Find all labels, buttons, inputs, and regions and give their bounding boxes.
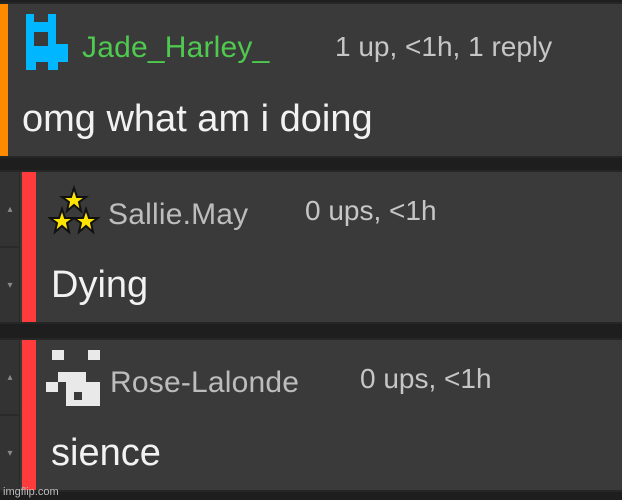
watermark: imgflip.com (3, 486, 59, 498)
vote-column: ▴ ▾ (0, 340, 20, 490)
vote-column: ▴ ▾ (0, 172, 20, 322)
comment-rose-lalonde: ▴ ▾ Rose-Lalonde 0 ups, <1h sience (0, 338, 622, 492)
comments-screenshot: Jade_Harley_ 1 up, <1h, 1 reply omg what… (0, 0, 622, 500)
comment-text: omg what am i doing (22, 98, 373, 140)
comment-meta: 0 ups, <1h (305, 195, 437, 226)
comment-sallie-may: ▴ ▾ Sallie.May 0 ups, <1h Dying (0, 170, 622, 324)
upvote-arrow-icon[interactable]: ▴ (0, 340, 20, 416)
pixel-face-icon (46, 348, 102, 412)
comment-username[interactable]: Jade_Harley_ (82, 31, 270, 65)
comment-meta: 0 ups, <1h (360, 363, 492, 394)
comment-jade-harley: Jade_Harley_ 1 up, <1h, 1 reply omg what… (0, 2, 622, 158)
comment-meta: 1 up, <1h, 1 reply (335, 31, 553, 62)
comment-accent-bar (22, 340, 36, 490)
comment-text: Dying (51, 264, 149, 306)
comment-accent-bar (0, 4, 8, 156)
comment-username[interactable]: Sallie.May (108, 198, 248, 232)
pixel-dog-icon (24, 14, 70, 72)
downvote-arrow-icon[interactable]: ▾ (0, 248, 20, 322)
comment-username[interactable]: Rose-Lalonde (110, 366, 299, 400)
comment-accent-bar (22, 172, 36, 322)
downvote-arrow-icon[interactable]: ▾ (0, 416, 20, 490)
comment-text: sience (51, 432, 161, 474)
upvote-arrow-icon[interactable]: ▴ (0, 172, 20, 248)
three-stars-icon (46, 184, 102, 236)
